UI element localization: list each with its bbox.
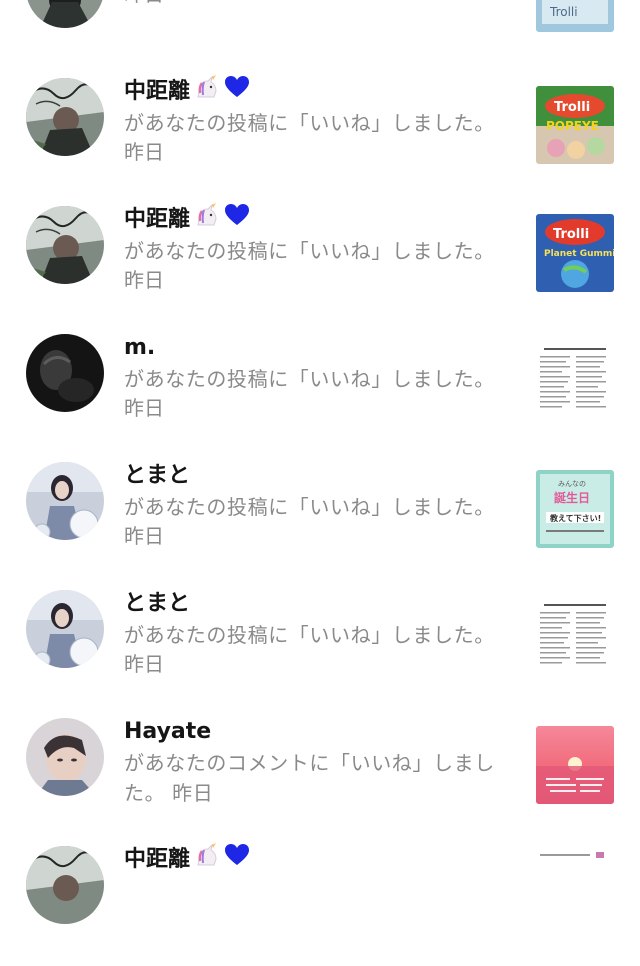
portrait-avatar[interactable] [26, 718, 104, 796]
unicorn-icon [194, 75, 220, 109]
notification-text: 中距離 があなたの投稿に「いいね」しました。 昨日 [124, 75, 516, 166]
notification-text: とまと があなたの投稿に「いいね」しました。 昨日 [124, 460, 516, 550]
notification-message: があなたの投稿に「いいね」しました。 [124, 239, 495, 263]
notification-time: 昨日 [172, 781, 214, 805]
svg-text:Trolli: Trolli [549, 5, 578, 19]
user-name[interactable]: 中距離 [124, 204, 190, 236]
notification-message: があなたの投稿に「いいね」しました。 [124, 111, 495, 135]
notification-list: 昨日 Trolli 中距離 [0, 0, 640, 966]
notification-time: 昨日 [124, 140, 164, 164]
notification-text: Hayate があなたのコメントに「いいね」しました。 昨日 [124, 716, 516, 808]
svg-text:POPEYE: POPEYE [546, 119, 599, 133]
text-list-thumbnail[interactable] [536, 342, 614, 420]
svg-text:みんなの: みんなの [558, 480, 586, 488]
notification-item[interactable]: 中距離 があなたの投稿に「いいね」しました。 [0, 70, 640, 198]
user-name[interactable]: 中距離 [124, 844, 190, 876]
user-name[interactable]: m. [124, 332, 516, 364]
graffiti-avatar[interactable] [26, 206, 104, 284]
trolli-popeye-thumbnail[interactable]: Trolli POPEYE [536, 86, 614, 164]
notification-item[interactable]: 昨日 Trolli [0, 0, 640, 70]
user-name[interactable]: Hayate [124, 716, 516, 748]
text-list-thumbnail[interactable] [536, 598, 614, 676]
notification-message: があなたの投稿に「いいね」しました。 [124, 367, 495, 391]
graffiti-avatar[interactable] [26, 0, 104, 28]
user-name[interactable]: とまと [124, 588, 516, 620]
birthday-card-thumbnail[interactable]: みんなの 誕生日 教えて下さい! [536, 470, 614, 548]
notification-item[interactable]: m. があなたの投稿に「いいね」しました。 昨日 [0, 326, 640, 454]
svg-text:Trolli: Trolli [553, 227, 589, 242]
svg-text:Planet Gummi: Planet Gummi [544, 249, 614, 259]
notification-time: 昨日 [124, 0, 516, 8]
blue-heart-icon [224, 75, 250, 109]
notification-time: 昨日 [124, 396, 164, 420]
notification-item[interactable]: とまと があなたの投稿に「いいね」しました。 昨日 みんなの 誕生日 教えて下さ… [0, 454, 640, 582]
notification-message: があなたの投稿に「いいね」しました。 [124, 495, 495, 519]
notification-item[interactable]: Hayate があなたのコメントに「いいね」しました。 昨日 [0, 710, 640, 838]
sunset-thumbnail[interactable] [536, 726, 614, 804]
user-name[interactable]: 中距離 [124, 76, 190, 108]
notification-item[interactable]: 中距離 [0, 838, 640, 966]
notification-time: 昨日 [124, 652, 164, 676]
notification-text: とまと があなたの投稿に「いいね」しました。 昨日 [124, 588, 516, 678]
notification-text: 中距離 があなたの投稿に「いいね」しました。 昨日 [124, 203, 516, 294]
blue-heart-icon [224, 203, 250, 237]
graffiti-avatar[interactable] [26, 846, 104, 924]
svg-text:教えて下さい!: 教えて下さい! [549, 513, 601, 523]
user-name[interactable]: とまと [124, 460, 516, 492]
notification-item[interactable]: とまと があなたの投稿に「いいね」しました。 昨日 [0, 582, 640, 710]
girl-avatar[interactable] [26, 462, 104, 540]
svg-text:誕生日: 誕生日 [554, 490, 590, 505]
unicorn-icon [194, 843, 220, 877]
girl-avatar[interactable] [26, 590, 104, 668]
unicorn-icon [194, 203, 220, 237]
svg-text:Trolli: Trolli [554, 100, 590, 115]
text-list-thumbnail[interactable] [536, 850, 614, 928]
post-thumbnail[interactable]: Trolli [536, 0, 614, 32]
notification-message: があなたの投稿に「いいね」しました。 [124, 623, 495, 647]
notification-item[interactable]: 中距離 があなたの投稿に「いいね」しました。 [0, 198, 640, 326]
graffiti-avatar[interactable] [26, 78, 104, 156]
trolli-planet-gummi-thumbnail[interactable]: Trolli Planet Gummi [536, 214, 614, 292]
notification-time: 昨日 [124, 268, 164, 292]
notification-time: 昨日 [124, 524, 164, 548]
dark-avatar[interactable] [26, 334, 104, 412]
notification-text: m. があなたの投稿に「いいね」しました。 昨日 [124, 332, 516, 422]
blue-heart-icon [224, 843, 250, 877]
notification-text: 昨日 [124, 0, 516, 8]
notification-text: 中距離 [124, 843, 516, 877]
